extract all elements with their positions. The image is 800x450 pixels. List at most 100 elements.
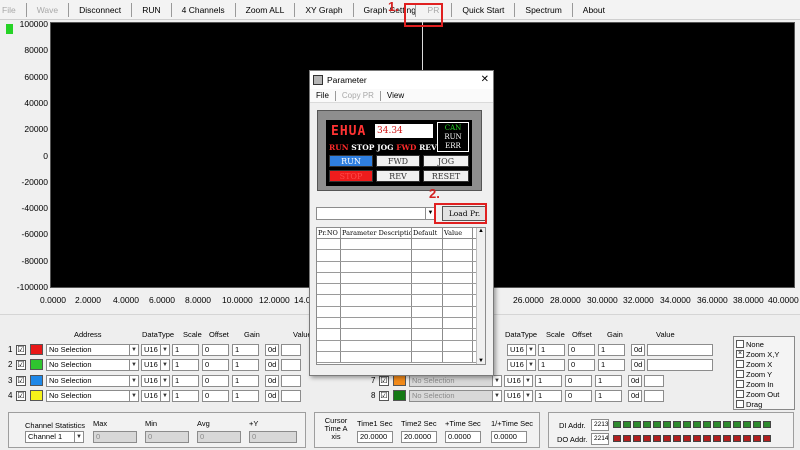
table-row[interactable] (317, 351, 485, 364)
channel-color-swatch[interactable] (30, 359, 43, 370)
scroll-down-icon[interactable]: ▼ (477, 358, 485, 364)
dialog-menu-file[interactable]: File (310, 90, 336, 101)
channel-offset-field[interactable]: 0 (202, 389, 229, 402)
do-addr-field[interactable]: 2214 (591, 433, 609, 445)
zoom-option[interactable]: None (736, 339, 792, 349)
channel-address-select[interactable]: No Selection (46, 358, 130, 371)
chevron-down-icon[interactable]: ▼ (527, 358, 536, 371)
chevron-down-icon[interactable]: ▼ (524, 374, 533, 387)
channel-datatype-select[interactable]: U16 (507, 343, 527, 356)
channel-address-select[interactable]: No Selection (409, 389, 493, 402)
chevron-down-icon[interactable]: ▼ (524, 389, 533, 402)
channel-datatype-select[interactable]: U16 (504, 374, 524, 387)
zoom-checkbox[interactable] (736, 370, 744, 378)
table-row[interactable] (317, 306, 485, 319)
channel-offset-field[interactable]: 0 (202, 374, 229, 387)
scroll-up-icon[interactable]: ▲ (477, 228, 485, 234)
channel-enable-checkbox[interactable]: ☑ (379, 375, 389, 386)
col-default[interactable]: Default (412, 228, 443, 238)
table-row[interactable] (317, 340, 485, 352)
channel-scale-field[interactable]: 1 (172, 374, 199, 387)
col-description[interactable]: Parameter Description (341, 228, 412, 238)
chevron-down-icon[interactable]: ▼ (527, 343, 536, 356)
chevron-down-icon[interactable]: ▼ (130, 374, 139, 387)
table-row[interactable] (317, 329, 485, 341)
parameter-group-select[interactable]: ▼ (316, 207, 436, 220)
chevron-down-icon[interactable]: ▼ (161, 358, 170, 371)
jog-button[interactable]: JOG (423, 155, 469, 167)
col-value[interactable]: Value (443, 228, 473, 238)
channel-scale-field[interactable]: 1 (172, 343, 199, 356)
time2-field[interactable]: 20.0000 (401, 431, 437, 443)
channel-gain-field[interactable]: 1 (595, 389, 622, 402)
menu-about[interactable]: About (573, 3, 615, 17)
channel-scale-field[interactable]: 1 (172, 389, 199, 402)
channel-color-swatch[interactable] (30, 375, 43, 386)
channel-scale-field[interactable]: 1 (535, 374, 562, 387)
stats-channel-select[interactable]: Channel 1 (25, 431, 75, 443)
dialog-menu-copy-pr[interactable]: Copy PR (336, 90, 381, 101)
zoom-checkbox[interactable] (736, 340, 744, 348)
channel-address-select[interactable]: No Selection (46, 389, 130, 402)
channel-address-select[interactable]: No Selection (46, 374, 130, 387)
chevron-down-icon[interactable]: ▼ (130, 343, 139, 356)
zoom-option[interactable]: Zoom In (736, 379, 792, 389)
rev-button[interactable]: REV (376, 170, 420, 182)
zoom-option[interactable]: × Zoom X,Y (736, 349, 792, 359)
channel-format-field[interactable]: 0d (628, 374, 642, 387)
zoom-checkbox[interactable] (736, 380, 744, 388)
chevron-down-icon[interactable]: ▼ (130, 389, 139, 402)
di-addr-field[interactable]: 2213 (591, 419, 609, 431)
table-row[interactable] (317, 272, 485, 285)
channel-format-field[interactable]: 0d (631, 358, 645, 371)
channel-scale-field[interactable]: 1 (535, 389, 562, 402)
channel-enable-checkbox[interactable]: ☑ (16, 390, 26, 401)
channel-format-field[interactable]: 0d (631, 343, 645, 356)
col-pr-no[interactable]: Pr.NO (317, 228, 341, 238)
channel-offset-field[interactable]: 0 (568, 358, 595, 371)
menu-xy-graph[interactable]: XY Graph (295, 2, 354, 17)
zoom-option[interactable]: Drag (736, 399, 792, 409)
fwd-button[interactable]: FWD (376, 155, 420, 167)
chevron-down-icon[interactable]: ▼ (493, 374, 502, 387)
channel-datatype-select[interactable]: U16 (141, 358, 161, 371)
table-row[interactable] (317, 295, 485, 307)
channel-scale-field[interactable]: 1 (538, 343, 565, 356)
channel-gain-field[interactable]: 1 (232, 358, 259, 371)
zoom-option[interactable]: Zoom Out (736, 389, 792, 399)
channel-gain-field[interactable]: 1 (598, 343, 625, 356)
channel-address-select[interactable]: No Selection (409, 374, 493, 387)
zoom-option[interactable]: Zoom X (736, 359, 792, 369)
table-row[interactable] (317, 318, 485, 330)
menu-spectrum[interactable]: Spectrum (515, 2, 573, 17)
chevron-down-icon[interactable]: ▼ (75, 431, 84, 443)
menu-zoom-all[interactable]: Zoom ALL (236, 2, 296, 17)
channel-offset-field[interactable]: 0 (202, 358, 229, 371)
menu-quick-start[interactable]: Quick Start (452, 2, 516, 17)
channel-datatype-select[interactable]: U16 (507, 358, 527, 371)
table-row[interactable] (317, 250, 485, 262)
channel-datatype-select[interactable]: U16 (141, 389, 161, 402)
channel-offset-field[interactable]: 0 (565, 374, 592, 387)
channel-gain-field[interactable]: 1 (232, 374, 259, 387)
channel-format-field[interactable]: 0d (628, 389, 642, 402)
zoom-option[interactable]: Zoom Y (736, 369, 792, 379)
channel-gain-field[interactable]: 1 (232, 343, 259, 356)
zoom-checkbox[interactable] (736, 390, 744, 398)
chevron-down-icon[interactable]: ▼ (161, 389, 170, 402)
zoom-checkbox[interactable] (736, 360, 744, 368)
zoom-checkbox[interactable]: × (736, 350, 744, 358)
run-button[interactable]: RUN (329, 155, 373, 167)
channel-enable-checkbox[interactable]: ☑ (379, 390, 389, 401)
channel-gain-field[interactable]: 1 (598, 358, 625, 371)
channel-gain-field[interactable]: 1 (595, 374, 622, 387)
channel-address-select[interactable]: No Selection (46, 343, 130, 356)
channel-color-swatch[interactable] (30, 344, 43, 355)
chevron-down-icon[interactable]: ▼ (493, 389, 502, 402)
channel-format-field[interactable]: 0d (265, 358, 279, 371)
reset-button[interactable]: RESET (423, 170, 469, 182)
channel-color-swatch[interactable] (393, 390, 406, 401)
channel-enable-checkbox[interactable]: ☑ (16, 375, 26, 386)
channel-color-swatch[interactable] (30, 390, 43, 401)
menu-run[interactable]: RUN (132, 2, 172, 17)
